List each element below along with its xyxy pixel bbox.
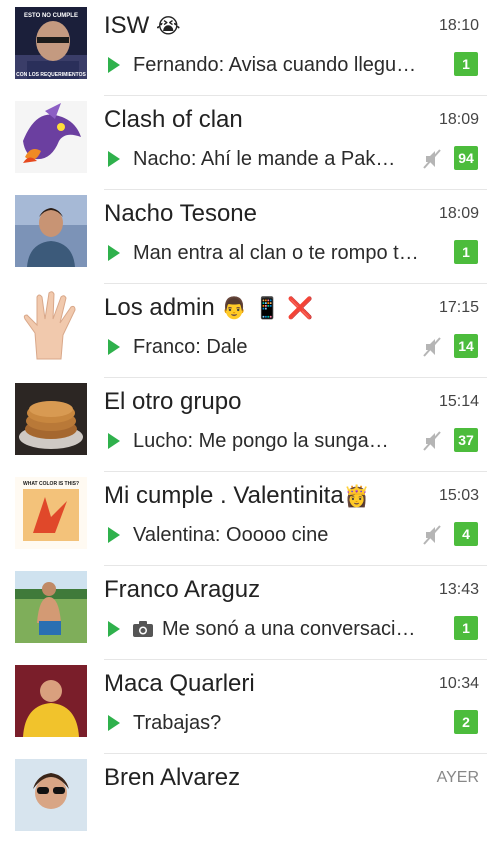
- avatar-image: [15, 665, 87, 737]
- muted-icon: [423, 149, 441, 169]
- unread-badge: 94: [454, 146, 478, 170]
- avatar-image: [15, 571, 87, 643]
- unread-badge: 14: [454, 334, 478, 358]
- chat-name: El otro grupo: [104, 388, 242, 415]
- chat-snippet: Trabajas?: [104, 708, 440, 738]
- chat-name: Maca Quarleri: [104, 670, 255, 697]
- chat-row-los-admin[interactable]: Los admin 👨 📱 ❌ 17:15 Franco: Dale 14: [0, 284, 500, 378]
- muted-icon: [423, 337, 441, 357]
- chat-snippet: Man entra al clan o te rompo t…: [104, 238, 440, 268]
- snippet-text: Me sonó a una conversaci…: [162, 617, 416, 640]
- chat-name-text: ISW: [104, 12, 150, 39]
- avatar-image: [15, 759, 87, 831]
- crying-emoji: 😭: [156, 14, 181, 38]
- chat-name: Franco Araguz: [104, 576, 261, 603]
- chat-snippet: Nacho: Ahí le mande a Pak…: [104, 144, 440, 174]
- pancakes-avatar[interactable]: [15, 383, 87, 455]
- unread-badge: 1: [454, 240, 478, 264]
- chat-snippet: Valentina: Ooooo cine: [104, 520, 440, 550]
- admin-emojis: 👨 📱 ❌: [221, 296, 314, 320]
- chat-time: 10:34: [438, 675, 479, 692]
- chat-time: 15:14: [438, 393, 479, 410]
- chat-time: AYER: [436, 769, 479, 786]
- play-icon: [108, 433, 120, 449]
- chat-row-el-otro-grupo[interactable]: El otro grupo 15:14 Lucho: Me pongo la s…: [0, 378, 500, 472]
- play-icon: [108, 527, 120, 543]
- chat-name-text: Los admin: [104, 294, 215, 321]
- play-icon: [108, 151, 120, 167]
- snippet-text: Valentina: Ooooo cine: [133, 523, 329, 546]
- unread-badge: 1: [454, 52, 478, 76]
- bald-man-meme-avatar[interactable]: ESTO NO CUMPLE CON LOS REQUERIMIENTOS: [15, 7, 87, 79]
- muted-icon: [423, 431, 441, 451]
- princess-emoji: 👸: [343, 484, 370, 508]
- chat-time: 13:43: [438, 581, 479, 598]
- camera-icon: [133, 621, 153, 637]
- avatar-image: WHAT COLOR IS THIS?: [15, 477, 87, 549]
- chat-row-bren-alvarez[interactable]: Bren Alvarez AYER: [0, 754, 500, 848]
- play-icon: [108, 339, 120, 355]
- unread-badge: 1: [454, 616, 478, 640]
- snippet-text: Man entra al clan o te rompo t…: [133, 241, 419, 264]
- play-icon: [108, 245, 120, 261]
- snippet-text: Franco: Dale: [133, 335, 248, 358]
- snippet-text: Nacho: Ahí le mande a Pak…: [133, 147, 396, 170]
- chat-snippet: Fernando: Avisa cuando llegu…: [104, 50, 440, 80]
- snippet-text: Trabajas?: [133, 711, 222, 734]
- chat-row-franco-araguz[interactable]: Franco Araguz 13:43 Me sonó a una conver…: [0, 566, 500, 660]
- chat-time: 18:09: [438, 111, 479, 128]
- unread-badge: 37: [454, 428, 478, 452]
- avatar-image: [15, 195, 87, 267]
- avatar-caption: WHAT COLOR IS THIS?: [23, 481, 79, 487]
- chat-snippet: Me sonó a una conversaci…: [104, 614, 440, 644]
- muted-icon: [423, 525, 441, 545]
- chat-time: 15:03: [438, 487, 479, 504]
- snippet-text: Lucho: Me pongo la sunga…: [133, 429, 389, 452]
- chat-snippet: Franco: Dale: [104, 332, 440, 362]
- unread-badge: 2: [454, 710, 478, 734]
- chat-row-mi-cumple[interactable]: WHAT COLOR IS THIS? Mi cumple . Valentin…: [0, 472, 500, 566]
- dragon-avatar[interactable]: [15, 101, 87, 173]
- avatar-image: [15, 383, 87, 455]
- avatar-image: [15, 101, 87, 173]
- meme-top-text: ESTO NO CUMPLE: [24, 13, 78, 19]
- chat-name: Mi cumple . Valentinita👸: [104, 480, 370, 512]
- unread-badge: 4: [454, 522, 478, 546]
- chat-name: ISW 😭: [104, 10, 181, 42]
- chat-name: Nacho Tesone: [104, 200, 257, 227]
- chat-time: 17:15: [438, 299, 479, 316]
- snippet-text: Fernando: Avisa cuando llegu…: [133, 53, 417, 76]
- young-man-avatar[interactable]: [15, 195, 87, 267]
- chat-name-text: Mi cumple . Valentinita: [104, 482, 344, 509]
- chat-name: Los admin 👨 📱 ❌: [104, 292, 313, 324]
- woman-sunglasses-avatar[interactable]: [15, 759, 87, 831]
- play-icon: [108, 715, 120, 731]
- meme-bottom-text: CON LOS REQUERIMIENTOS: [16, 72, 86, 78]
- avatar-image: ESTO NO CUMPLE CON LOS REQUERIMIENTOS: [15, 7, 87, 79]
- chat-row-maca-quarleri[interactable]: Maca Quarleri 10:34 Trabajas? 2: [0, 660, 500, 754]
- chat-time: 18:09: [438, 205, 479, 222]
- chat-row-nacho-tesone[interactable]: Nacho Tesone 18:09 Man entra al clan o t…: [0, 190, 500, 284]
- chat-snippet: Lucho: Me pongo la sunga…: [104, 426, 440, 456]
- hand-avatar[interactable]: [15, 289, 87, 361]
- chat-name: Clash of clan: [104, 106, 243, 133]
- chat-time: 18:10: [438, 17, 479, 34]
- shirtless-boy-avatar[interactable]: [15, 571, 87, 643]
- chat-name: Bren Alvarez: [104, 764, 241, 791]
- avatar-image: [15, 289, 87, 361]
- girl-yellow-avatar[interactable]: [15, 665, 87, 737]
- chat-list: ESTO NO CUMPLE CON LOS REQUERIMIENTOS IS…: [0, 0, 500, 831]
- what-color-dress-avatar[interactable]: WHAT COLOR IS THIS?: [15, 477, 87, 549]
- chat-row-clash-of-clan[interactable]: Clash of clan 18:09 Nacho: Ahí le mande …: [0, 96, 500, 190]
- play-icon: [108, 57, 120, 73]
- play-icon: [108, 621, 120, 637]
- chat-row-isw[interactable]: ESTO NO CUMPLE CON LOS REQUERIMIENTOS IS…: [0, 2, 500, 96]
